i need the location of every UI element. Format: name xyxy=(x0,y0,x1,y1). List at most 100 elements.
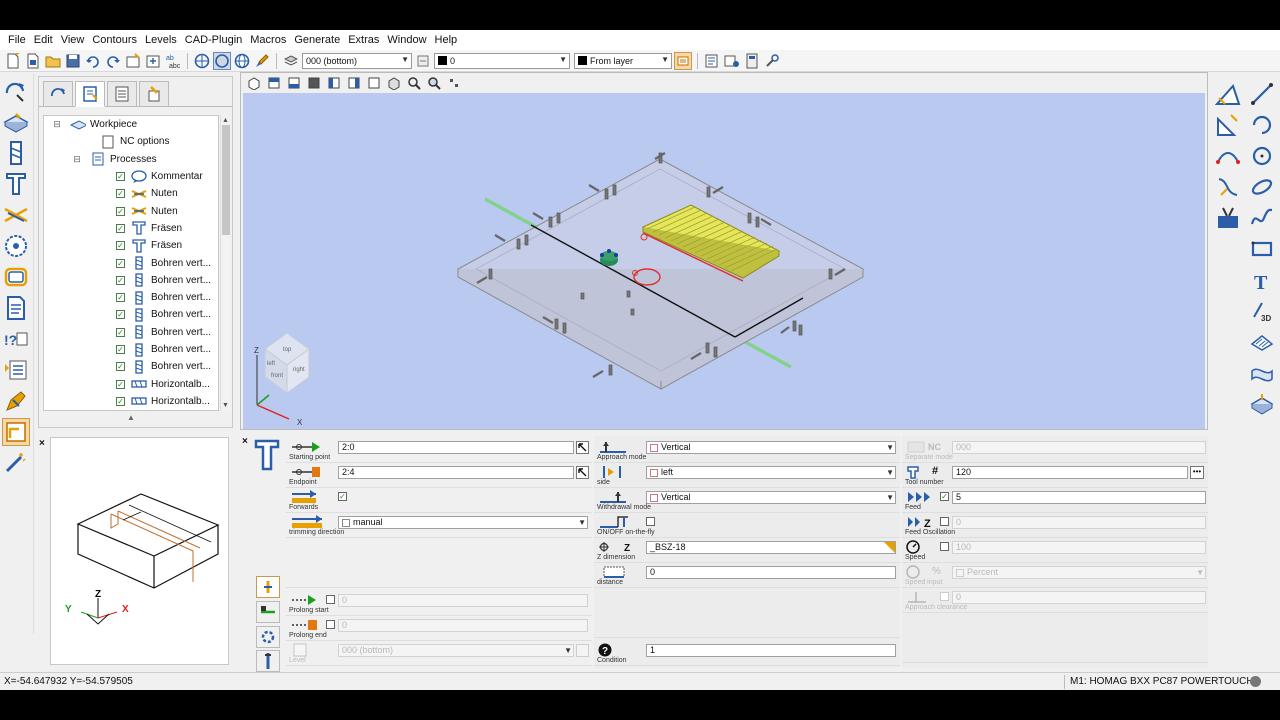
tree-item-process[interactable]: ✓ Nuten xyxy=(44,185,218,202)
tree-item-process[interactable]: ✓ Bohren vert... xyxy=(44,324,218,341)
tab-processes[interactable] xyxy=(75,81,105,107)
approach-mode-select[interactable]: Vertical ▼ xyxy=(646,441,896,454)
menu-generate[interactable]: Generate xyxy=(290,34,344,46)
contour-edit-icon[interactable] xyxy=(1214,142,1242,170)
tab-tools[interactable] xyxy=(139,81,169,107)
on-the-fly-checkbox[interactable] xyxy=(646,517,655,526)
tree-item-process[interactable]: ✓ Nuten xyxy=(44,202,218,219)
tree-scrollbar[interactable]: ▲ ▼ xyxy=(220,115,230,411)
saw-groove-icon[interactable] xyxy=(2,201,30,229)
prolong-end-input[interactable]: 0 xyxy=(338,619,588,632)
circle-icon[interactable] xyxy=(1248,142,1276,170)
surface-icon[interactable] xyxy=(1248,359,1276,387)
tab-technology[interactable] xyxy=(256,626,280,648)
menu-cad-plugin[interactable]: CAD-Plugin xyxy=(181,34,246,46)
save-icon[interactable] xyxy=(64,52,82,70)
process-checkbox[interactable]: ✓ xyxy=(116,258,125,268)
process-checkbox[interactable]: ✓ xyxy=(116,275,125,285)
paint-brush-icon[interactable] xyxy=(253,52,271,70)
contour-tools-icon[interactable] xyxy=(1214,173,1242,201)
view-back-icon[interactable] xyxy=(305,74,323,92)
3d-drawing-icon[interactable]: 3D xyxy=(1248,297,1276,325)
process-checkbox[interactable]: ✓ xyxy=(116,327,125,337)
process-checkbox[interactable]: ✓ xyxy=(116,172,125,182)
view-iso-icon[interactable] xyxy=(245,74,263,92)
scroll-up-icon[interactable]: ▲ xyxy=(222,117,229,124)
grid-toggle-icon[interactable] xyxy=(445,74,463,92)
edit-tool-icon[interactable] xyxy=(2,387,30,415)
toolbox-icon[interactable] xyxy=(1214,204,1242,232)
menu-help[interactable]: Help xyxy=(431,34,462,46)
tree-item-workpiece[interactable]: ⊟ Workpiece xyxy=(44,116,218,133)
scroll-thumb[interactable] xyxy=(222,125,230,235)
starting-point-input[interactable]: 2:0 xyxy=(338,441,574,454)
zoom-icon[interactable] xyxy=(405,74,423,92)
document-list-icon[interactable] xyxy=(2,294,30,322)
menu-levels[interactable]: Levels xyxy=(141,34,181,46)
tree-item-process[interactable]: ✓ Fräsen xyxy=(44,237,218,254)
solid-icon[interactable] xyxy=(1248,390,1276,418)
tool-number-input[interactable]: 120 xyxy=(952,466,1188,479)
browse-tool-button[interactable]: ••• xyxy=(1190,466,1204,479)
active-tool-icon[interactable] xyxy=(2,418,30,446)
pick-point-icon[interactable] xyxy=(576,466,589,479)
close-icon[interactable]: × xyxy=(242,436,248,447)
tree-item-processes[interactable]: ⊟ Processes xyxy=(44,151,218,168)
feed-input[interactable]: 5 xyxy=(952,491,1206,504)
new-from-template-icon[interactable] xyxy=(24,52,42,70)
condition-input[interactable]: 1 xyxy=(646,644,896,657)
side-select[interactable]: left ▼ xyxy=(646,466,896,479)
tab-general[interactable] xyxy=(256,576,280,598)
menu-view[interactable]: View xyxy=(57,34,89,46)
pick-point-icon[interactable] xyxy=(576,441,589,454)
tab-list[interactable] xyxy=(107,81,137,107)
prolong-end-checkbox[interactable] xyxy=(326,620,335,629)
menu-window[interactable]: Window xyxy=(383,34,430,46)
tree-item-process[interactable]: ✓ Bohren vert... xyxy=(44,289,218,306)
endpoint-input[interactable]: 2:4 xyxy=(338,466,574,479)
rectangle-icon[interactable] xyxy=(1248,235,1276,263)
layer-manager-icon[interactable] xyxy=(674,51,692,70)
color-select[interactable]: 0 ▼ xyxy=(434,52,570,69)
tree-item-process[interactable]: ✓ Bohren vert... xyxy=(44,358,218,375)
level-options-icon[interactable] xyxy=(414,52,432,70)
edge-banding-icon[interactable] xyxy=(2,263,30,291)
drawing-aid-icon[interactable] xyxy=(1214,80,1242,108)
tab-start-end[interactable] xyxy=(256,601,280,623)
hatch-icon[interactable] xyxy=(1248,328,1276,356)
forwards-checkbox[interactable]: ✓ xyxy=(338,492,347,501)
process-checkbox[interactable]: ✓ xyxy=(116,189,125,199)
zoom-all-icon[interactable] xyxy=(425,74,443,92)
undo-icon[interactable] xyxy=(84,52,102,70)
z-dimension-input[interactable]: _BSZ-18 xyxy=(646,541,896,554)
prolong-start-input[interactable]: 0 xyxy=(338,594,588,607)
panel-splitter-icon[interactable]: ▲ xyxy=(127,413,135,422)
view-top-icon[interactable] xyxy=(265,74,283,92)
speed-input[interactable]: 100 xyxy=(952,541,1206,554)
withdrawal-mode-select[interactable]: Vertical ▼ xyxy=(646,491,896,504)
view-front-icon[interactable] xyxy=(285,74,303,92)
feed-oscillation-input[interactable]: 0 xyxy=(952,516,1206,529)
arc-icon[interactable] xyxy=(1248,111,1276,139)
spline-icon[interactable] xyxy=(1248,204,1276,232)
tools-settings-icon[interactable] xyxy=(763,52,781,70)
milling-tool-icon[interactable] xyxy=(2,170,30,198)
speed-checkbox[interactable] xyxy=(940,542,949,551)
process-checkbox[interactable]: ✓ xyxy=(116,223,125,233)
menu-edit[interactable]: Edit xyxy=(30,34,57,46)
menu-macros[interactable]: Macros xyxy=(246,34,290,46)
level-picker-icon[interactable] xyxy=(576,644,589,657)
separate-mode-input[interactable]: 000 xyxy=(952,441,1206,454)
process-checkbox[interactable]: ✓ xyxy=(116,396,125,406)
drill-vertical-icon[interactable] xyxy=(2,139,30,167)
tab-tool[interactable] xyxy=(256,650,280,672)
view-iso-back-icon[interactable] xyxy=(385,74,403,92)
view-wireframe-icon[interactable] xyxy=(193,52,211,70)
view-right-icon[interactable] xyxy=(345,74,363,92)
process-checkbox[interactable]: ✓ xyxy=(116,362,125,372)
properties-icon[interactable] xyxy=(124,52,142,70)
process-checkbox[interactable]: ✓ xyxy=(116,293,125,303)
import-icon[interactable] xyxy=(144,52,162,70)
linetype-select[interactable]: From layer ▼ xyxy=(574,52,672,69)
view-globe-icon[interactable] xyxy=(233,52,251,70)
